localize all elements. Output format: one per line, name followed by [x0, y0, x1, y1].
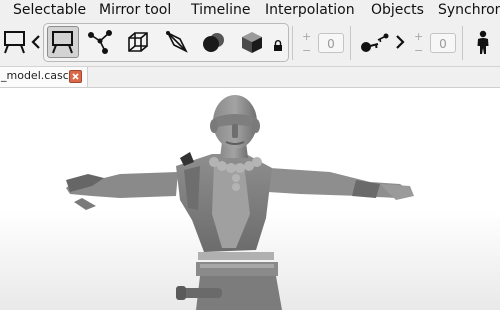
- menu-synchron[interactable]: Synchron: [438, 1, 500, 19]
- keyframe-counter-left[interactable]: 0: [318, 33, 344, 53]
- character-model: [66, 95, 414, 310]
- shaded-spheres-icon: [203, 33, 224, 52]
- document-tab[interactable]: _model.casc: [0, 67, 88, 87]
- close-icon: [72, 73, 79, 80]
- solid-cube-icon: [242, 32, 262, 53]
- lock-icon: [274, 39, 282, 51]
- toolbar-separator: [292, 26, 293, 60]
- vertex-graph-icon: [88, 30, 112, 54]
- solid-mode-button[interactable]: [237, 27, 267, 57]
- menu-interpolation[interactable]: Interpolation: [265, 1, 355, 19]
- menu-bar: Selectable Mirror tool Timeline Interpol…: [0, 0, 500, 20]
- scroll-right-button[interactable]: [394, 32, 406, 52]
- menu-timeline[interactable]: Timeline: [191, 1, 251, 19]
- keys-button[interactable]: [357, 29, 391, 57]
- view-frame-button[interactable]: [1, 26, 29, 58]
- tab-close-button[interactable]: [69, 70, 82, 83]
- shaded-mode-button[interactable]: [199, 27, 229, 57]
- tab-label: _model.casc: [1, 69, 69, 82]
- decrement-icon[interactable]: −: [302, 45, 311, 56]
- document-tab-bar: _model.casc: [0, 67, 500, 88]
- decrement-icon[interactable]: −: [414, 45, 423, 56]
- figure-icon: [477, 30, 489, 54]
- toolbar-separator: [350, 26, 351, 60]
- 3d-viewport[interactable]: [0, 88, 500, 310]
- menu-mirror-tool[interactable]: Mirror tool: [99, 1, 171, 19]
- character-pose-button[interactable]: [470, 28, 496, 58]
- toolbar-separator: [462, 26, 463, 60]
- vertex-mode-button[interactable]: [85, 27, 115, 57]
- increment-icon[interactable]: +: [414, 31, 423, 42]
- chevron-left-icon: [31, 35, 40, 49]
- wireframe-mode-button[interactable]: [123, 27, 153, 57]
- toolbar: + − 0 + − 0: [0, 20, 500, 67]
- wireframe-cube-icon: [128, 32, 148, 52]
- bone-icon: [166, 31, 188, 53]
- select-frame-icon: [52, 31, 73, 54]
- menu-objects[interactable]: Objects: [371, 1, 424, 19]
- menu-selectable[interactable]: Selectable: [13, 1, 86, 19]
- keyframe-counter-right[interactable]: 0: [430, 33, 456, 53]
- keys-icon: [361, 33, 389, 52]
- chevron-right-icon: [396, 35, 405, 49]
- increment-icon[interactable]: +: [302, 31, 311, 42]
- select-mode-button[interactable]: [48, 27, 78, 57]
- bone-mode-button[interactable]: [162, 27, 192, 57]
- scroll-left-button[interactable]: [30, 32, 42, 52]
- frame-icon: [4, 31, 25, 54]
- lock-toggle[interactable]: [271, 38, 285, 52]
